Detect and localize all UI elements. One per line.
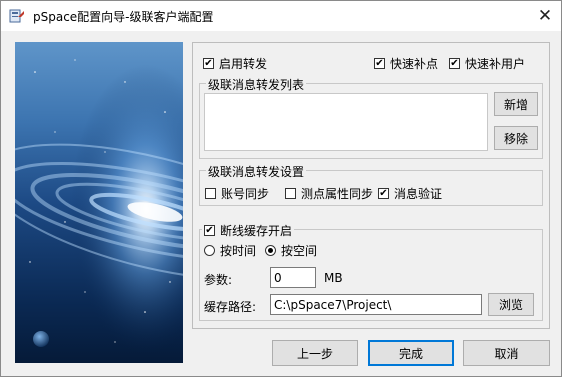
point-attr-sync-checkbox[interactable]: 测点属性同步 <box>285 185 373 202</box>
point-attr-sync-label: 测点属性同步 <box>301 187 374 201</box>
by-space-label: 按空间 <box>281 244 318 258</box>
forward-list-group-label: 级联消息转发列表 <box>206 76 307 93</box>
param-unit-label: MB <box>324 271 343 285</box>
browse-button-label: 浏览 <box>498 298 523 312</box>
cancel-button-label: 取消 <box>494 346 519 361</box>
enable-forward-label: 启用转发 <box>219 57 268 71</box>
wizard-app-icon <box>9 8 25 24</box>
message-verify-label: 消息验证 <box>394 187 443 201</box>
radio-circle[interactable] <box>265 245 276 256</box>
settings-panel: ✔ 启用转发 ✔ 快速补点 ✔ 快速补用户 级联消息转发列表 新增 移除 级联消… <box>192 42 550 329</box>
by-time-radio[interactable]: 按时间 <box>204 242 256 259</box>
checkbox-box[interactable]: ✔ <box>203 58 214 69</box>
cache-path-value: C:\pSpace7\Project\ <box>274 297 392 312</box>
fast-fill-checkbox[interactable]: ✔ 快速补点 <box>374 55 438 72</box>
enable-forward-checkbox[interactable]: ✔ 启用转发 <box>203 55 267 72</box>
fast-fill-label: 快速补点 <box>390 57 439 71</box>
checkbox-box[interactable] <box>285 188 296 199</box>
cache-group: ✔ 断线缓存开启 按时间 按空间 参数: 0 MB 缓存路径: C:\pSpac… <box>199 222 543 321</box>
account-sync-label: 账号同步 <box>221 187 270 201</box>
finish-button-label: 完成 <box>398 346 423 361</box>
remove-button-label: 移除 <box>503 131 528 146</box>
checkbox-box[interactable] <box>205 188 216 199</box>
cache-path-input[interactable]: C:\pSpace7\Project\ <box>270 294 482 315</box>
config-wizard-window: pSpace配置向导-级联客户端配置 ✕ ✔ 启用转发 ✔ 快速补点 ✔ 快速补… <box>0 0 562 377</box>
checkbox-box[interactable]: ✔ <box>374 58 385 69</box>
add-button-label: 新增 <box>503 97 528 112</box>
checkbox-box[interactable]: ✔ <box>378 188 389 199</box>
path-label: 缓存路径: <box>204 300 257 314</box>
fast-fill-user-checkbox[interactable]: ✔ 快速补用户 <box>449 55 525 72</box>
browse-button[interactable]: 浏览 <box>488 293 534 316</box>
prev-button[interactable]: 上一步 <box>272 340 358 366</box>
remove-button[interactable]: 移除 <box>494 126 538 150</box>
by-space-radio[interactable]: 按空间 <box>265 242 317 259</box>
title-bar[interactable]: pSpace配置向导-级联客户端配置 ✕ <box>1 1 561 31</box>
galaxy-banner-image <box>15 42 183 363</box>
forward-settings-group: 级联消息转发设置 账号同步 测点属性同步 ✔ 消息验证 <box>199 163 543 206</box>
window-title: pSpace配置向导-级联客户端配置 <box>33 10 214 24</box>
forward-settings-group-label: 级联消息转发设置 <box>206 163 307 180</box>
close-icon: ✕ <box>537 6 553 26</box>
radio-dot <box>268 248 273 253</box>
prev-button-label: 上一步 <box>296 346 333 361</box>
param-input[interactable]: 0 <box>270 267 316 288</box>
forward-list-box[interactable] <box>204 93 488 151</box>
cancel-button[interactable]: 取消 <box>463 340 550 366</box>
finish-button[interactable]: 完成 <box>368 340 454 366</box>
param-value: 0 <box>274 270 282 285</box>
cache-enable-label: 断线缓存开启 <box>220 224 293 238</box>
account-sync-checkbox[interactable]: 账号同步 <box>205 185 269 202</box>
close-button[interactable]: ✕ <box>533 4 557 28</box>
param-label: 参数: <box>204 273 233 287</box>
by-time-label: 按时间 <box>220 244 257 258</box>
message-verify-checkbox[interactable]: ✔ 消息验证 <box>378 185 442 202</box>
radio-circle[interactable] <box>204 245 215 256</box>
add-button[interactable]: 新增 <box>494 92 538 116</box>
forward-list-group: 级联消息转发列表 新增 移除 <box>199 76 543 159</box>
cache-enable-checkbox[interactable]: ✔ 断线缓存开启 <box>202 222 295 239</box>
checkbox-box[interactable]: ✔ <box>204 225 215 236</box>
checkbox-box[interactable]: ✔ <box>449 58 460 69</box>
fast-fill-user-label: 快速补用户 <box>465 57 526 71</box>
